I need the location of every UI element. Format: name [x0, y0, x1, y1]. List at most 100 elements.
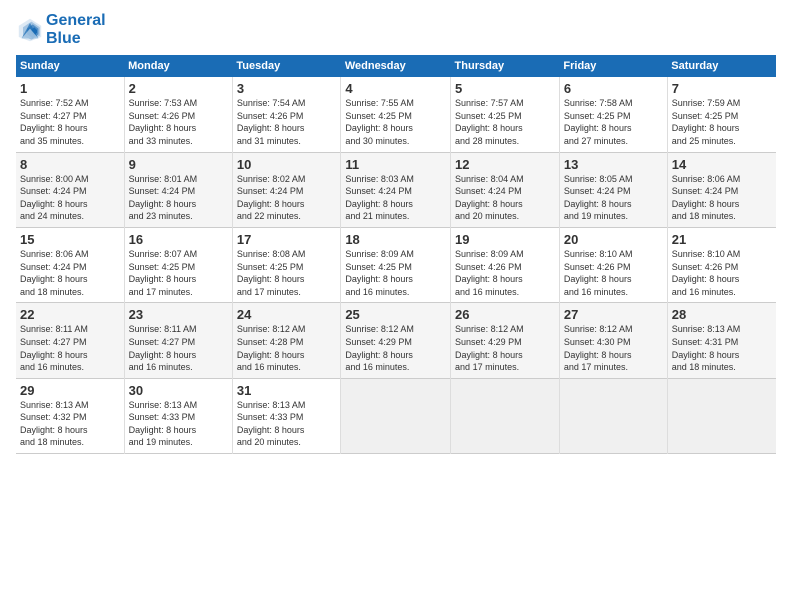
day-info: Sunrise: 8:12 AM Sunset: 4:28 PM Dayligh… [237, 323, 336, 373]
day-cell [451, 378, 560, 453]
day-number: 24 [237, 307, 336, 322]
calendar-table: SundayMondayTuesdayWednesdayThursdayFrid… [16, 55, 776, 454]
day-number: 23 [129, 307, 228, 322]
day-info: Sunrise: 8:07 AM Sunset: 4:25 PM Dayligh… [129, 248, 228, 298]
day-number: 15 [20, 232, 120, 247]
day-number: 11 [345, 157, 446, 172]
day-cell: 31 Sunrise: 8:13 AM Sunset: 4:33 PM Dayl… [232, 378, 340, 453]
day-info: Sunrise: 7:53 AM Sunset: 4:26 PM Dayligh… [129, 97, 228, 147]
day-info: Sunrise: 8:04 AM Sunset: 4:24 PM Dayligh… [455, 173, 555, 223]
day-number: 6 [564, 81, 663, 96]
day-info: Sunrise: 7:55 AM Sunset: 4:25 PM Dayligh… [345, 97, 446, 147]
day-number: 19 [455, 232, 555, 247]
day-number: 27 [564, 307, 663, 322]
day-number: 16 [129, 232, 228, 247]
day-number: 7 [672, 81, 772, 96]
day-cell: 27 Sunrise: 8:12 AM Sunset: 4:30 PM Dayl… [559, 303, 667, 378]
day-info: Sunrise: 8:12 AM Sunset: 4:29 PM Dayligh… [455, 323, 555, 373]
day-cell: 28 Sunrise: 8:13 AM Sunset: 4:31 PM Dayl… [667, 303, 776, 378]
day-cell [667, 378, 776, 453]
day-cell: 8 Sunrise: 8:00 AM Sunset: 4:24 PM Dayli… [16, 152, 124, 227]
day-cell: 7 Sunrise: 7:59 AM Sunset: 4:25 PM Dayli… [667, 77, 776, 152]
day-cell [341, 378, 451, 453]
day-number: 8 [20, 157, 120, 172]
day-cell: 17 Sunrise: 8:08 AM Sunset: 4:25 PM Dayl… [232, 227, 340, 302]
day-number: 26 [455, 307, 555, 322]
day-cell: 10 Sunrise: 8:02 AM Sunset: 4:24 PM Dayl… [232, 152, 340, 227]
day-cell: 6 Sunrise: 7:58 AM Sunset: 4:25 PM Dayli… [559, 77, 667, 152]
day-number: 5 [455, 81, 555, 96]
day-cell: 12 Sunrise: 8:04 AM Sunset: 4:24 PM Dayl… [451, 152, 560, 227]
day-info: Sunrise: 8:01 AM Sunset: 4:24 PM Dayligh… [129, 173, 228, 223]
day-cell: 20 Sunrise: 8:10 AM Sunset: 4:26 PM Dayl… [559, 227, 667, 302]
day-info: Sunrise: 8:11 AM Sunset: 4:27 PM Dayligh… [20, 323, 120, 373]
header-sunday: Sunday [16, 55, 124, 77]
day-cell: 18 Sunrise: 8:09 AM Sunset: 4:25 PM Dayl… [341, 227, 451, 302]
day-info: Sunrise: 7:54 AM Sunset: 4:26 PM Dayligh… [237, 97, 336, 147]
header-row: SundayMondayTuesdayWednesdayThursdayFrid… [16, 55, 776, 77]
day-number: 13 [564, 157, 663, 172]
day-number: 20 [564, 232, 663, 247]
day-number: 21 [672, 232, 772, 247]
day-cell: 15 Sunrise: 8:06 AM Sunset: 4:24 PM Dayl… [16, 227, 124, 302]
day-number: 30 [129, 383, 228, 398]
day-info: Sunrise: 8:10 AM Sunset: 4:26 PM Dayligh… [672, 248, 772, 298]
page: General Blue SundayMondayTuesdayWednesda… [0, 0, 792, 612]
header-saturday: Saturday [667, 55, 776, 77]
day-cell: 24 Sunrise: 8:12 AM Sunset: 4:28 PM Dayl… [232, 303, 340, 378]
day-number: 31 [237, 383, 336, 398]
day-number: 17 [237, 232, 336, 247]
day-cell: 13 Sunrise: 8:05 AM Sunset: 4:24 PM Dayl… [559, 152, 667, 227]
day-cell: 23 Sunrise: 8:11 AM Sunset: 4:27 PM Dayl… [124, 303, 232, 378]
day-number: 25 [345, 307, 446, 322]
day-info: Sunrise: 7:59 AM Sunset: 4:25 PM Dayligh… [672, 97, 772, 147]
day-info: Sunrise: 8:00 AM Sunset: 4:24 PM Dayligh… [20, 173, 120, 223]
day-number: 18 [345, 232, 446, 247]
week-row-4: 22 Sunrise: 8:11 AM Sunset: 4:27 PM Dayl… [16, 303, 776, 378]
day-cell: 29 Sunrise: 8:13 AM Sunset: 4:32 PM Dayl… [16, 378, 124, 453]
day-number: 12 [455, 157, 555, 172]
day-info: Sunrise: 8:03 AM Sunset: 4:24 PM Dayligh… [345, 173, 446, 223]
day-cell: 25 Sunrise: 8:12 AM Sunset: 4:29 PM Dayl… [341, 303, 451, 378]
day-cell: 14 Sunrise: 8:06 AM Sunset: 4:24 PM Dayl… [667, 152, 776, 227]
day-cell: 3 Sunrise: 7:54 AM Sunset: 4:26 PM Dayli… [232, 77, 340, 152]
day-number: 1 [20, 81, 120, 96]
header-tuesday: Tuesday [232, 55, 340, 77]
week-row-1: 1 Sunrise: 7:52 AM Sunset: 4:27 PM Dayli… [16, 77, 776, 152]
day-cell: 22 Sunrise: 8:11 AM Sunset: 4:27 PM Dayl… [16, 303, 124, 378]
day-cell: 2 Sunrise: 7:53 AM Sunset: 4:26 PM Dayli… [124, 77, 232, 152]
day-cell [559, 378, 667, 453]
day-info: Sunrise: 7:58 AM Sunset: 4:25 PM Dayligh… [564, 97, 663, 147]
day-cell: 16 Sunrise: 8:07 AM Sunset: 4:25 PM Dayl… [124, 227, 232, 302]
day-cell: 4 Sunrise: 7:55 AM Sunset: 4:25 PM Dayli… [341, 77, 451, 152]
day-number: 29 [20, 383, 120, 398]
logo-icon [16, 16, 44, 44]
day-info: Sunrise: 8:13 AM Sunset: 4:32 PM Dayligh… [20, 399, 120, 449]
day-info: Sunrise: 8:12 AM Sunset: 4:30 PM Dayligh… [564, 323, 663, 373]
day-cell: 9 Sunrise: 8:01 AM Sunset: 4:24 PM Dayli… [124, 152, 232, 227]
day-cell: 11 Sunrise: 8:03 AM Sunset: 4:24 PM Dayl… [341, 152, 451, 227]
day-cell: 21 Sunrise: 8:10 AM Sunset: 4:26 PM Dayl… [667, 227, 776, 302]
day-info: Sunrise: 8:06 AM Sunset: 4:24 PM Dayligh… [672, 173, 772, 223]
day-number: 14 [672, 157, 772, 172]
day-cell: 5 Sunrise: 7:57 AM Sunset: 4:25 PM Dayli… [451, 77, 560, 152]
week-row-3: 15 Sunrise: 8:06 AM Sunset: 4:24 PM Dayl… [16, 227, 776, 302]
day-info: Sunrise: 8:11 AM Sunset: 4:27 PM Dayligh… [129, 323, 228, 373]
day-info: Sunrise: 7:52 AM Sunset: 4:27 PM Dayligh… [20, 97, 120, 147]
logo-general: General [46, 12, 106, 30]
day-info: Sunrise: 8:13 AM Sunset: 4:33 PM Dayligh… [237, 399, 336, 449]
day-info: Sunrise: 8:09 AM Sunset: 4:26 PM Dayligh… [455, 248, 555, 298]
week-row-2: 8 Sunrise: 8:00 AM Sunset: 4:24 PM Dayli… [16, 152, 776, 227]
day-info: Sunrise: 8:10 AM Sunset: 4:26 PM Dayligh… [564, 248, 663, 298]
header-thursday: Thursday [451, 55, 560, 77]
day-number: 2 [129, 81, 228, 96]
header-friday: Friday [559, 55, 667, 77]
day-info: Sunrise: 8:13 AM Sunset: 4:31 PM Dayligh… [672, 323, 772, 373]
day-info: Sunrise: 8:13 AM Sunset: 4:33 PM Dayligh… [129, 399, 228, 449]
header-monday: Monday [124, 55, 232, 77]
day-cell: 1 Sunrise: 7:52 AM Sunset: 4:27 PM Dayli… [16, 77, 124, 152]
day-info: Sunrise: 8:02 AM Sunset: 4:24 PM Dayligh… [237, 173, 336, 223]
header-wednesday: Wednesday [341, 55, 451, 77]
day-number: 4 [345, 81, 446, 96]
day-info: Sunrise: 8:12 AM Sunset: 4:29 PM Dayligh… [345, 323, 446, 373]
